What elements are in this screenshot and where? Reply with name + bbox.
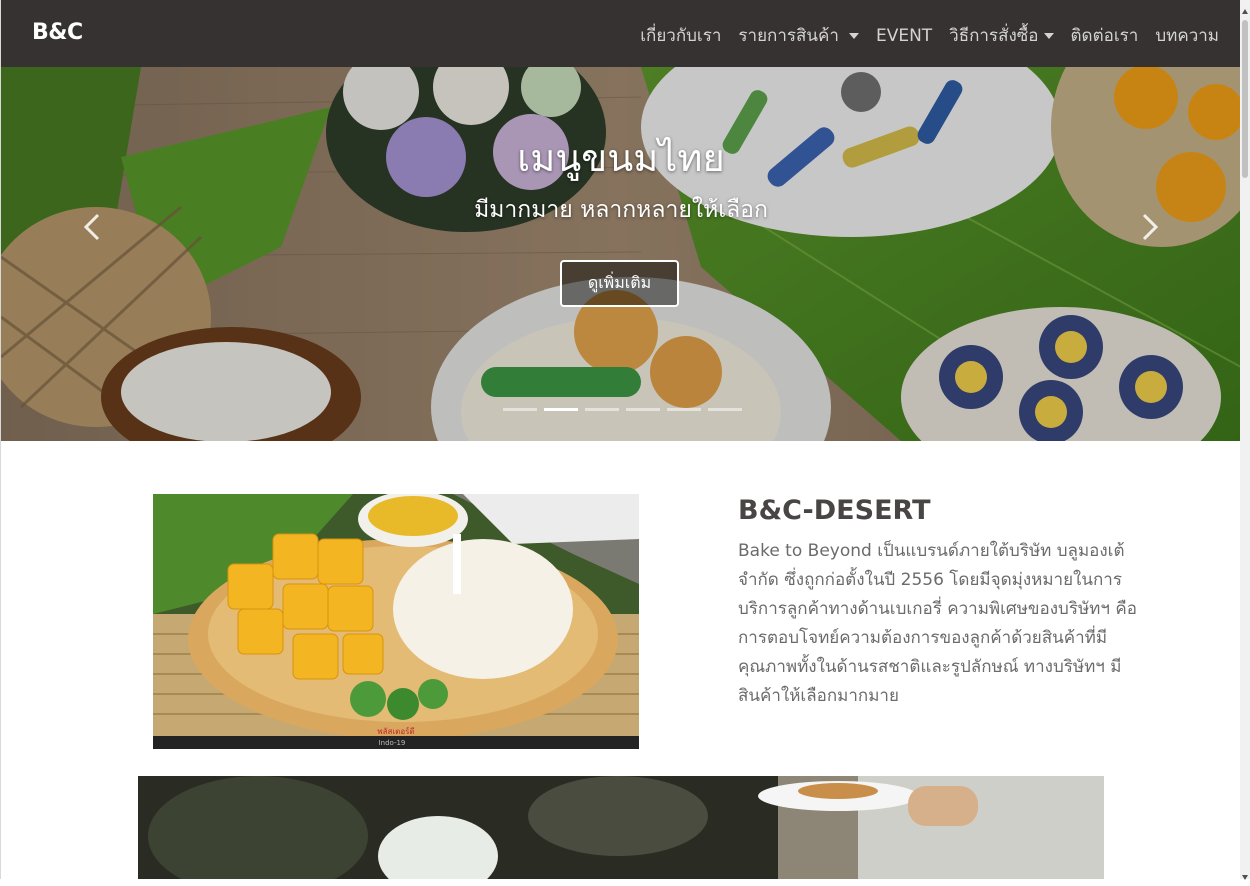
page-scrollbar[interactable] [1240,0,1250,880]
catering-illustration [138,776,1104,879]
hero-subtitle: มีมากมาย หลากหลายให้เลือก [474,197,768,223]
scroll-up-arrow-icon[interactable] [1241,2,1249,14]
nav-item-products[interactable]: รายการสินค้า [738,22,859,49]
scroll-thumb[interactable] [1242,20,1248,178]
nav-menu: เกี่ยวกับเรา รายการสินค้า EVENT วิธีการส… [623,22,1219,49]
nav-item-label: ติดต่อเรา [1070,26,1139,46]
nav-item-label: บทความ [1155,26,1219,46]
catering-image [138,776,1104,879]
caret-down-icon [848,32,859,39]
nav-item-label: EVENT [875,25,933,46]
nav-item-label: เกี่ยวกับเรา [640,26,722,46]
carousel-indicator[interactable] [626,408,660,411]
nav-item-how-to-order[interactable]: วิธีการสั่งซื้อ [949,22,1054,49]
hero-carousel: เมนูขนมไทย มีมากมาย หลากหลายให้เลือก ดูเ… [1,67,1240,441]
about-title: B&C-DESERT [738,495,931,526]
scroll-down-arrow-icon[interactable] [1241,867,1249,880]
carousel-indicator[interactable] [667,408,701,411]
nav-item-contact[interactable]: ติดต่อเรา [1071,22,1139,49]
page: B&C เกี่ยวกับเรา รายการสินค้า EVENT วิธี… [0,0,1240,879]
mango-sticky-rice-image: พลัสเตอร์ดี Indo-19 [153,494,639,749]
nav-item-label: วิธีการสั่งซื้อ [949,26,1039,46]
nav-item-about[interactable]: เกี่ยวกับเรา [640,22,721,49]
hero-title: เมนูขนมไทย [517,136,725,180]
nav-item-label: รายการสินค้า [738,26,839,46]
carousel-prev-button[interactable] [73,207,113,247]
carousel-indicator[interactable] [544,408,578,411]
carousel-indicator[interactable] [503,408,537,411]
mango-sticky-rice-illustration: พลัสเตอร์ดี Indo-19 [153,494,639,749]
see-more-button[interactable]: ดูเพิ่มเติม [560,260,679,307]
carousel-indicator[interactable] [708,408,742,411]
nav-item-event[interactable]: EVENT [876,22,932,49]
carousel-indicator[interactable] [585,408,619,411]
carousel-next-button[interactable] [1129,207,1169,247]
carousel-indicators [503,408,742,411]
chevron-right-icon [1142,213,1159,241]
chevron-left-icon [83,213,100,241]
brand-logo[interactable]: B&C [32,20,83,45]
about-description: Bake to Beyond เป็นแบรนด์ภายใต้บริษัท บล… [738,541,1137,706]
hero-overlay [1,67,1240,441]
navbar: B&C เกี่ยวกับเรา รายการสินค้า EVENT วิธี… [1,0,1240,67]
image-watermark: พลัสเตอร์ดี [377,726,414,736]
nav-item-articles[interactable]: บทความ [1155,22,1219,49]
image-caption: Indo-19 [379,739,406,747]
caret-down-icon [1043,32,1054,39]
